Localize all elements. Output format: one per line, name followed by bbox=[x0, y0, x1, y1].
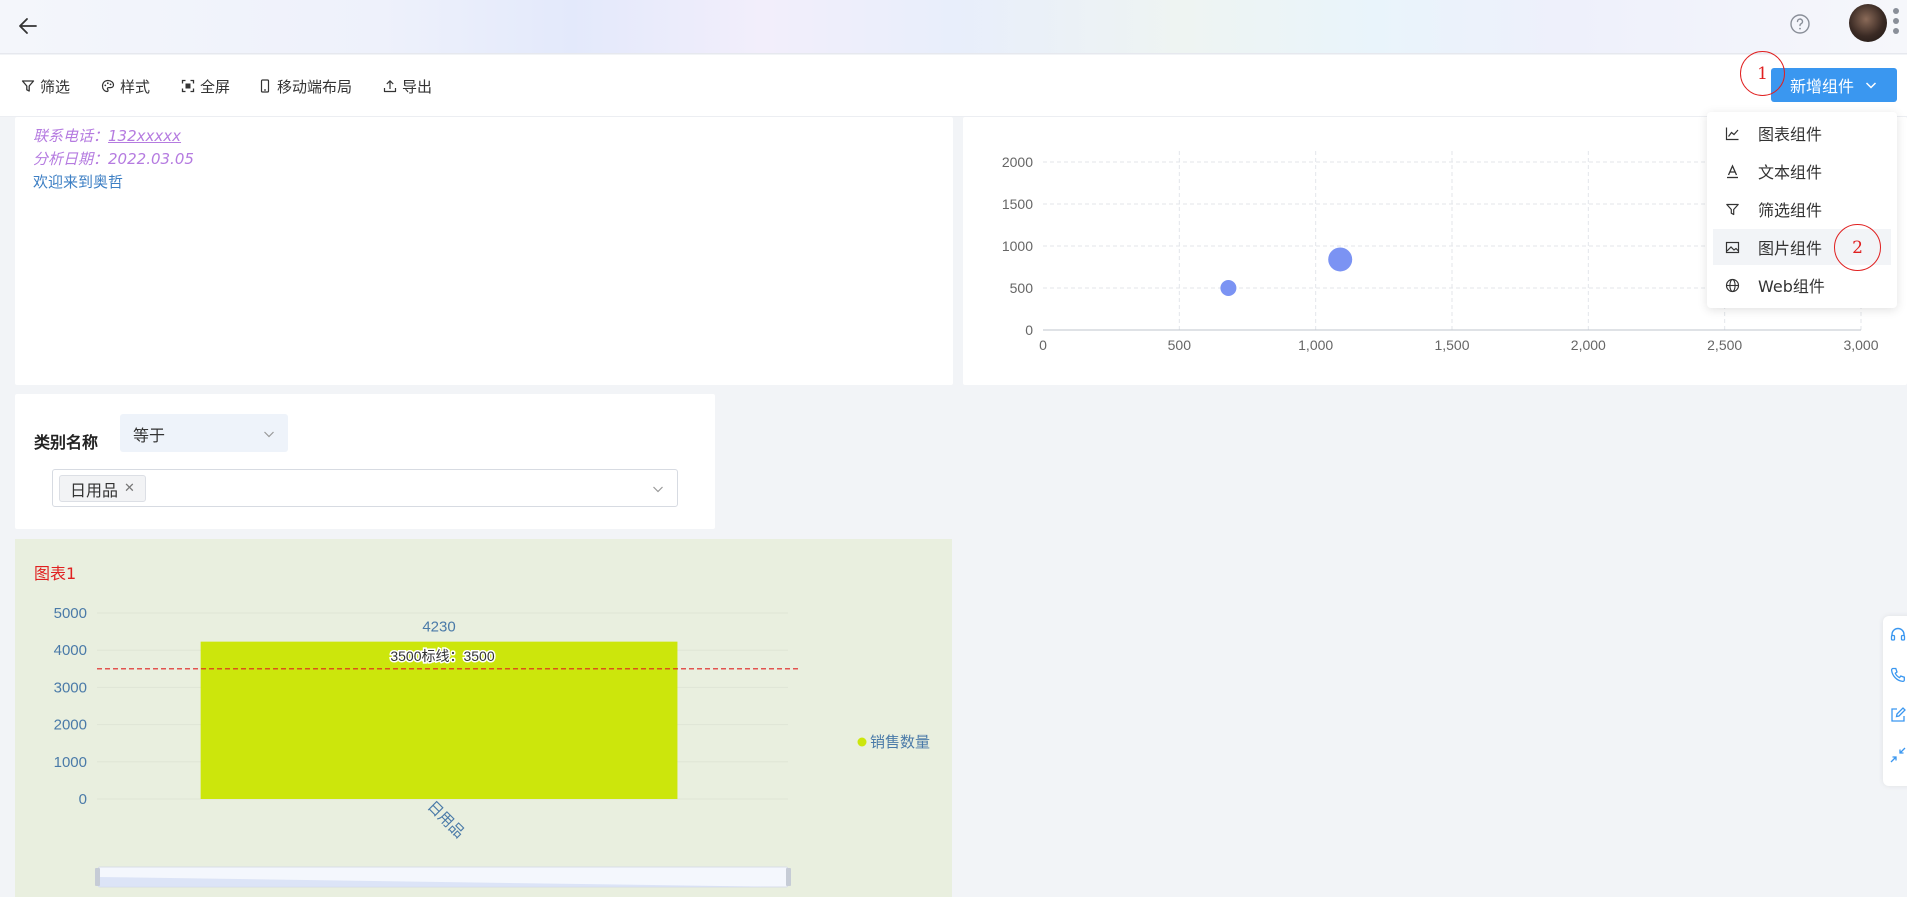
y-tick-label: 3000 bbox=[54, 679, 87, 696]
menu-item-text[interactable]: 文本组件 bbox=[1713, 153, 1891, 189]
side-toolbar bbox=[1883, 616, 1907, 786]
text-icon bbox=[1727, 163, 1738, 178]
operator-value: 等于 bbox=[133, 426, 166, 445]
category-multiselect[interactable]: 日用品 ✕ bbox=[52, 469, 678, 507]
menu-item-label: 筛选组件 bbox=[1758, 201, 1823, 220]
y-tick-label: 5000 bbox=[54, 605, 87, 622]
x-tick-label: 2,000 bbox=[1571, 337, 1606, 353]
globe-icon bbox=[1725, 278, 1740, 292]
back-arrow-icon[interactable] bbox=[14, 12, 42, 40]
menu-item-label: Web组件 bbox=[1758, 277, 1825, 296]
style-button-label: 样式 bbox=[120, 77, 151, 96]
filter-icon bbox=[1726, 203, 1739, 215]
phone-icon[interactable] bbox=[1889, 666, 1907, 684]
selected-tag: 日用品 ✕ bbox=[59, 475, 146, 502]
line-chart-icon bbox=[1725, 127, 1739, 140]
mobile-layout-button[interactable]: 移动端布局 bbox=[258, 75, 352, 97]
scatter-point bbox=[1328, 247, 1353, 272]
menu-item-label: 文本组件 bbox=[1758, 163, 1823, 182]
phone-value[interactable]: 132xxxxx bbox=[108, 127, 181, 145]
y-tick-label: 2000 bbox=[54, 717, 87, 734]
tag-label: 日用品 bbox=[70, 480, 119, 500]
export-button[interactable]: 导出 bbox=[383, 75, 432, 97]
bar-data-label: 4230 bbox=[422, 619, 455, 636]
menu-item-label: 图表组件 bbox=[1758, 125, 1823, 144]
tag-close-icon[interactable]: ✕ bbox=[124, 481, 135, 496]
menu-item-chart[interactable]: 图表组件 bbox=[1713, 115, 1891, 151]
export-icon bbox=[383, 80, 397, 93]
add-component-label: 新增组件 bbox=[1789, 77, 1854, 96]
add-component-menu: 图表组件 文本组件 筛选组件 图片组件 Web组件 bbox=[1707, 112, 1897, 308]
chevron-down-icon bbox=[264, 431, 274, 438]
top-bar bbox=[0, 0, 1907, 54]
operator-select[interactable]: 等于 bbox=[120, 414, 288, 452]
y-tick-label: 0 bbox=[79, 791, 87, 808]
y-tick-label: 500 bbox=[1010, 280, 1034, 296]
bar-chart: 0 1000 2000 3000 4000 5000 4230 日用品 3500标线：3500 销… bbox=[54, 605, 930, 888]
y-tick-label: 2000 bbox=[1002, 154, 1033, 170]
mobile-layout-button-label: 移动端布局 bbox=[277, 77, 353, 96]
legend-label: 销售数量 bbox=[870, 734, 930, 751]
y-tick-label: 0 bbox=[1025, 322, 1033, 338]
palette-icon bbox=[101, 79, 115, 93]
phone-label: 联系电话： bbox=[33, 127, 109, 145]
x-tick-label: 日用品 bbox=[424, 798, 468, 842]
filter-icon bbox=[21, 80, 35, 92]
image-icon bbox=[1725, 241, 1740, 253]
x-tick-label: 1,500 bbox=[1434, 337, 1469, 353]
fullscreen-button[interactable]: 全屏 bbox=[181, 75, 230, 97]
annotation-marker-2: 2 bbox=[1834, 224, 1881, 271]
bar bbox=[200, 641, 678, 799]
headset-icon[interactable] bbox=[1889, 626, 1907, 644]
dashboard-toolbar: 筛选 样式 全屏 移动端布局 导出 bbox=[0, 55, 1907, 117]
more-vertical-icon[interactable] bbox=[1891, 8, 1901, 40]
chart-title: 图表1 bbox=[34, 564, 77, 583]
filter-button[interactable]: 筛选 bbox=[21, 75, 70, 97]
mark-line-label: 3500标线：3500 bbox=[390, 648, 495, 664]
export-button-label: 导出 bbox=[402, 77, 433, 96]
phone-line: 联系电话：132xxxxx bbox=[33, 125, 181, 146]
x-tick-label: 500 bbox=[1168, 337, 1192, 353]
help-icon[interactable] bbox=[1788, 12, 1812, 36]
style-button[interactable]: 样式 bbox=[101, 75, 150, 97]
collapse-icon[interactable] bbox=[1889, 746, 1907, 764]
welcome-text: 欢迎来到奥哲 bbox=[33, 173, 124, 191]
x-tick-label: 0 bbox=[1039, 337, 1047, 353]
fullscreen-icon bbox=[181, 79, 195, 93]
date-label: 分析日期： bbox=[33, 150, 109, 168]
fullscreen-button-label: 全屏 bbox=[200, 77, 231, 96]
y-tick-label: 4000 bbox=[54, 642, 87, 659]
edit-icon[interactable] bbox=[1889, 706, 1907, 724]
annotation-marker-1: 1 bbox=[1740, 51, 1785, 96]
y-tick-label: 1000 bbox=[54, 754, 87, 771]
datazoom-handle-right bbox=[786, 868, 791, 886]
x-tick-label: 1,000 bbox=[1298, 337, 1333, 353]
date-line: 分析日期：2022.03.05 bbox=[33, 148, 194, 169]
date-value: 2022.03.05 bbox=[108, 150, 194, 168]
mobile-icon bbox=[260, 79, 270, 93]
filter-button-label: 筛选 bbox=[40, 77, 71, 96]
scatter-point bbox=[1220, 280, 1237, 296]
y-tick-label: 1500 bbox=[1002, 196, 1033, 212]
avatar[interactable] bbox=[1849, 4, 1887, 42]
add-component-button[interactable]: 新增组件 bbox=[1771, 68, 1897, 102]
filter-field-label: 类别名称 bbox=[34, 433, 99, 452]
y-tick-label: 1000 bbox=[1002, 238, 1033, 254]
bar-chart-panel: 0 1000 2000 3000 4000 5000 4230 日用品 3500标线：3500 销… bbox=[15, 539, 952, 897]
x-tick-label: 3,000 bbox=[1843, 337, 1878, 353]
menu-item-label: 图片组件 bbox=[1758, 239, 1823, 258]
datazoom-handle-left bbox=[95, 868, 100, 886]
chevron-down-icon bbox=[1865, 82, 1877, 89]
chevron-down-icon bbox=[653, 486, 663, 493]
legend-marker bbox=[857, 737, 867, 747]
x-tick-label: 2,500 bbox=[1707, 337, 1742, 353]
menu-item-filter[interactable]: 筛选组件 bbox=[1713, 191, 1891, 227]
menu-item-web[interactable]: Web组件 bbox=[1713, 267, 1891, 303]
